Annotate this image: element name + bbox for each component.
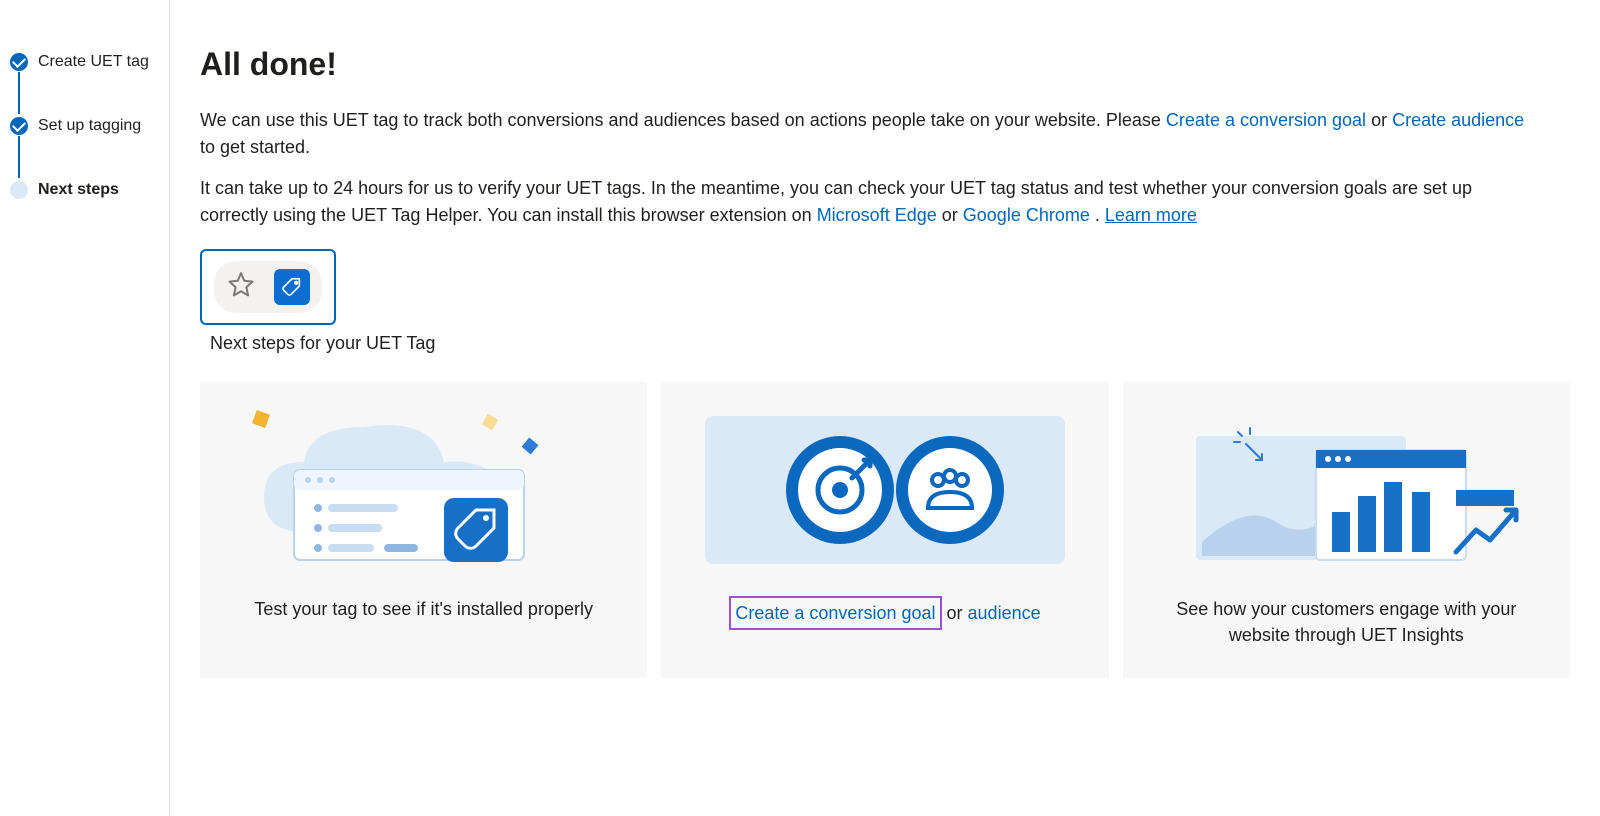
verify-text: . <box>1095 205 1105 225</box>
create-conversion-goal-link[interactable]: Create a conversion goal <box>735 603 935 623</box>
check-icon <box>10 117 28 135</box>
main-content: All done! We can use this UET tag to tra… <box>170 0 1600 816</box>
wizard-step-setup-tagging[interactable]: Set up tagging <box>10 114 169 138</box>
wizard-step-next-steps[interactable]: Next steps <box>10 178 169 202</box>
card-test-tag[interactable]: Test your tag to see if it's installed p… <box>200 382 647 678</box>
wizard-step-create-uet[interactable]: Create UET tag <box>10 50 169 74</box>
step-label: Create UET tag <box>38 53 149 71</box>
step-label: Next steps <box>38 181 119 199</box>
intro-text: to get started. <box>200 137 310 157</box>
intro-text: We can use this UET tag to track both co… <box>200 110 1166 130</box>
illustration-goal-audience <box>683 402 1086 578</box>
card-uet-insights[interactable]: See how your customers engage with your … <box>1123 382 1570 678</box>
extension-pill <box>214 261 322 313</box>
google-chrome-link[interactable]: Google Chrome <box>963 205 1090 225</box>
next-steps-cards: Test your tag to see if it's installed p… <box>200 382 1570 678</box>
browser-extension-illustration <box>200 249 336 325</box>
intro-paragraph: We can use this UET tag to track both co… <box>200 107 1540 161</box>
create-conversion-goal-link[interactable]: Create a conversion goal <box>1166 110 1366 130</box>
intro-text: or <box>1371 110 1392 130</box>
extension-caption: Next steps for your UET Tag <box>210 333 1570 354</box>
verify-paragraph: It can take up to 24 hours for us to ver… <box>200 175 1540 229</box>
create-audience-link[interactable]: Create audience <box>1392 110 1524 130</box>
tag-icon <box>274 269 310 305</box>
illustration-insights <box>1145 402 1548 578</box>
card-text-or: or <box>947 603 968 623</box>
card-text: Create a conversion goal or audience <box>729 596 1040 630</box>
illustration-cloud-tag <box>222 402 625 578</box>
verify-text: or <box>942 205 963 225</box>
card-create-goal-audience: Create a conversion goal or audience <box>661 382 1108 678</box>
highlighted-link-box: Create a conversion goal <box>729 596 941 630</box>
check-icon <box>10 53 28 71</box>
audience-link[interactable]: audience <box>968 603 1041 623</box>
step-connector <box>18 136 20 178</box>
microsoft-edge-link[interactable]: Microsoft Edge <box>817 205 937 225</box>
card-text: See how your customers engage with your … <box>1145 596 1548 648</box>
circle-icon <box>10 181 28 199</box>
card-text: Test your tag to see if it's installed p… <box>254 596 593 622</box>
learn-more-link[interactable]: Learn more <box>1105 205 1197 225</box>
step-label: Set up tagging <box>38 117 141 135</box>
step-connector <box>18 72 20 114</box>
page-title: All done! <box>200 46 1570 83</box>
star-icon <box>226 270 256 305</box>
wizard-steps-sidebar: Create UET tag Set up tagging Next steps <box>0 0 170 816</box>
